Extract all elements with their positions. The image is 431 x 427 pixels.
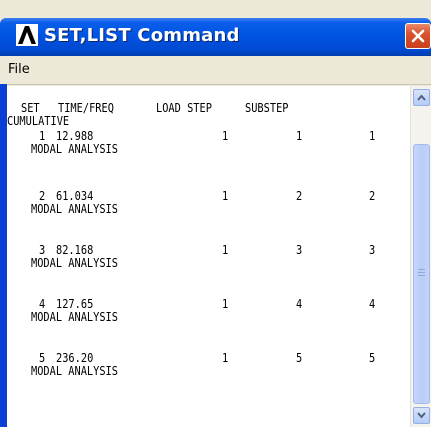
ansys-logo-icon [16, 24, 38, 46]
close-button[interactable] [405, 23, 431, 49]
window-left-border [0, 84, 7, 427]
title-bar[interactable]: SET,LIST Command [0, 18, 431, 56]
row-substep: 5 [296, 351, 303, 365]
row-cumulative: 4 [369, 297, 376, 311]
row-load-step: 1 [222, 129, 229, 143]
row-load-step: 1 [222, 351, 229, 365]
row-substep: 3 [296, 243, 303, 257]
row-label: MODAL ANALYSIS [31, 364, 118, 378]
row-substep: 4 [296, 297, 303, 311]
scroll-thumb[interactable] [413, 144, 430, 404]
header-substep: SUBSTEP [245, 101, 289, 115]
header-load-step: LOAD STEP [156, 101, 212, 115]
row-label: MODAL ANALYSIS [31, 142, 118, 156]
scroll-down-button[interactable] [413, 407, 430, 424]
listing-output: SET TIME/FREQ LOAD STEP SUBSTEP CUMULATI… [7, 86, 410, 427]
row-cumulative: 1 [369, 129, 376, 143]
row-cumulative: 3 [369, 243, 376, 257]
row-substep: 1 [296, 129, 303, 143]
row-cumulative: 5 [369, 351, 376, 365]
set-list-window: SET,LIST Command File SET TIME/FREQ LOAD… [0, 0, 431, 427]
row-cumulative: 2 [369, 189, 376, 203]
menu-bar: File [0, 56, 431, 85]
thumb-grip-icon [418, 269, 425, 276]
row-label: MODAL ANALYSIS [31, 202, 118, 216]
row-substep: 2 [296, 189, 303, 203]
row-label: MODAL ANALYSIS [31, 256, 118, 270]
row-load-step: 1 [222, 243, 229, 257]
row-load-step: 1 [222, 189, 229, 203]
scroll-up-button[interactable] [413, 89, 430, 106]
menu-file[interactable]: File [8, 62, 30, 77]
close-icon [411, 29, 425, 43]
arrow-down-icon [417, 412, 426, 419]
arrow-up-icon [417, 94, 426, 101]
row-label: MODAL ANALYSIS [31, 310, 118, 324]
header-cumulative: CUMULATIVE [7, 114, 70, 128]
vertical-scrollbar[interactable] [410, 86, 431, 427]
row-load-step: 1 [222, 297, 229, 311]
window-title: SET,LIST Command [44, 25, 240, 46]
